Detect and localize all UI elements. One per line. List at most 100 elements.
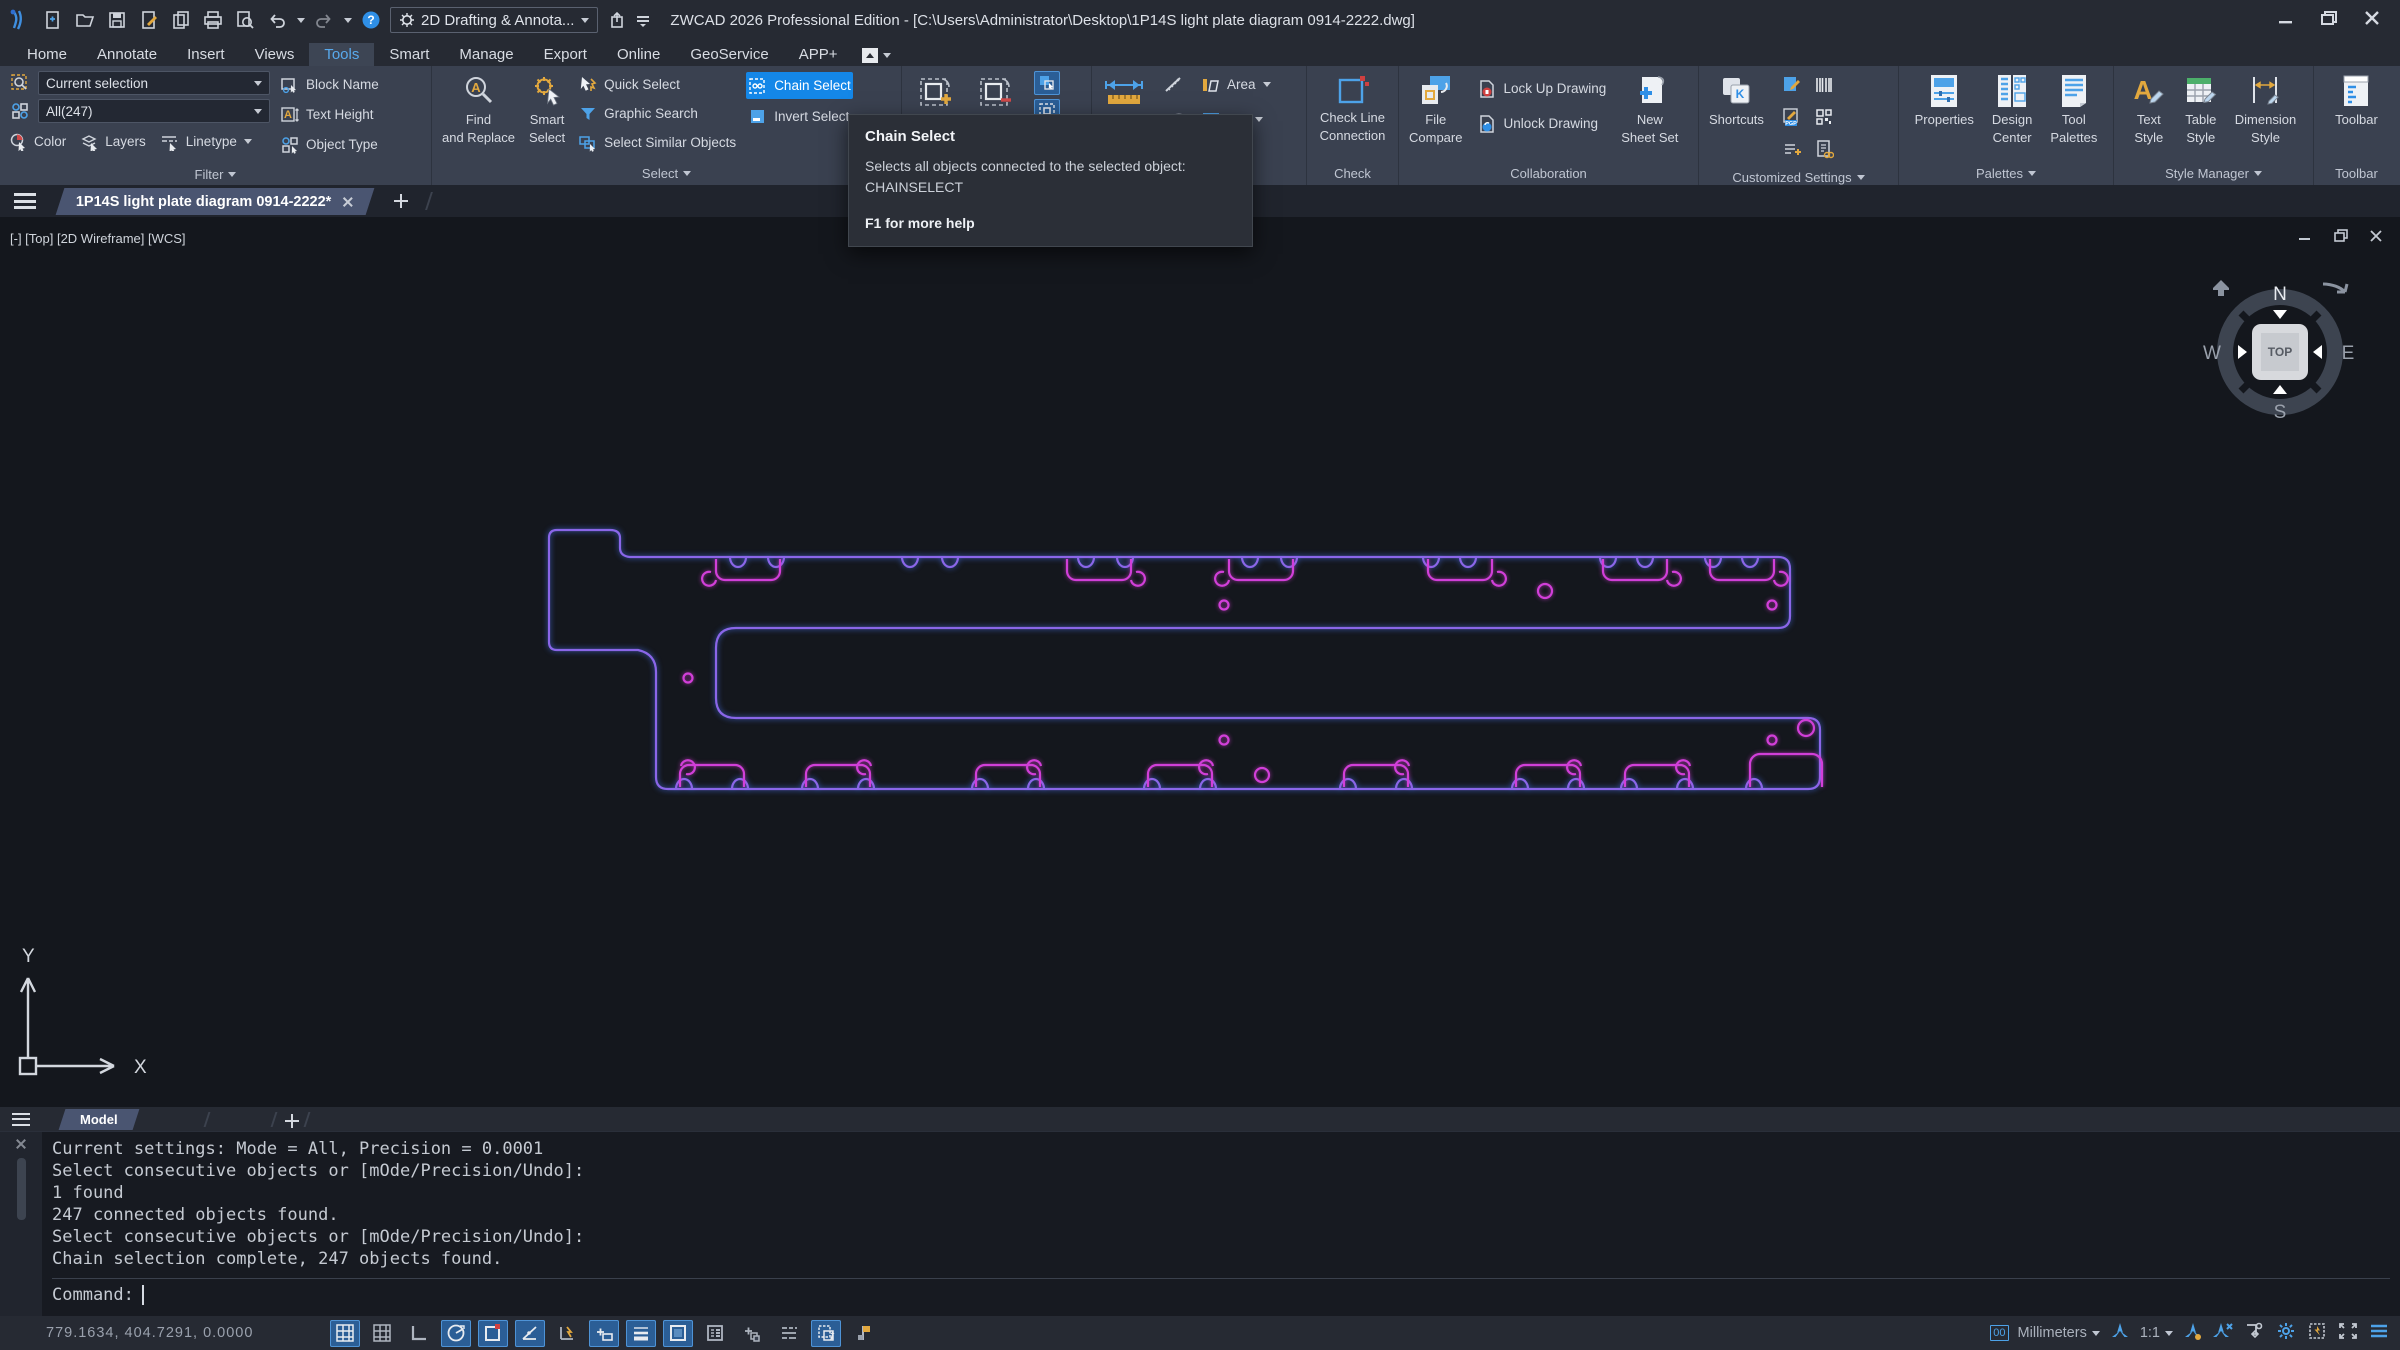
qr-code-icon[interactable]: [1811, 105, 1837, 129]
publish-icon[interactable]: [604, 8, 630, 32]
properties-button[interactable]: Properties: [1912, 71, 1977, 147]
menu-tools[interactable]: Tools: [309, 43, 374, 66]
toolbar-button[interactable]: Toolbar: [2332, 71, 2381, 147]
save-as-icon[interactable]: [136, 8, 162, 32]
polar-tracking-toggle[interactable]: [441, 1320, 471, 1347]
viewcube-top-face[interactable]: TOP: [2252, 324, 2308, 380]
panel-collaboration-label[interactable]: Collaboration: [1399, 162, 1698, 185]
alias-edit-icon[interactable]: [1779, 73, 1805, 97]
dimension-style-button[interactable]: Dimension Style: [2232, 71, 2299, 147]
hardware-acceleration-icon[interactable]: [2306, 1321, 2328, 1345]
open-file-icon[interactable]: [72, 8, 98, 32]
command-close-icon[interactable]: [15, 1138, 27, 1150]
filter-linetype-button[interactable]: Linetype: [158, 128, 254, 155]
menu-home[interactable]: Home: [12, 43, 82, 66]
model-tab[interactable]: Model: [59, 1109, 139, 1130]
lineweight-toggle[interactable]: [626, 1320, 656, 1347]
filter-block-name-button[interactable]: Block Name: [278, 71, 381, 98]
settings-gear-icon[interactable]: [2275, 1321, 2297, 1345]
redo-icon[interactable]: [311, 8, 337, 32]
auto-annotation-icon[interactable]: [2213, 1321, 2235, 1345]
viewcube-arrow-north[interactable]: [2273, 310, 2287, 319]
view-cube[interactable]: N S W E TOP: [2195, 262, 2365, 432]
command-scrollbar[interactable]: [17, 1158, 26, 1220]
viewcube-arrow-east[interactable]: [2313, 345, 2322, 359]
ortho-mode-toggle[interactable]: [404, 1320, 434, 1347]
measure-slant-icon[interactable]: [1161, 73, 1187, 97]
close-button[interactable]: [2364, 10, 2380, 31]
selection-filter-icon[interactable]: [2244, 1321, 2266, 1345]
annotation-scale-selector[interactable]: 1:1: [2140, 1325, 2173, 1341]
measure-distance-button[interactable]: [1099, 71, 1149, 115]
chain-select-button[interactable]: Chain Select: [746, 72, 853, 99]
workspace-selector[interactable]: 2D Drafting & Annota...: [390, 7, 598, 33]
viewcube-arrow-south[interactable]: [2273, 385, 2287, 394]
shortcuts-button[interactable]: K Shortcuts: [1706, 71, 1767, 129]
panel-style-manager-label[interactable]: Style Manager: [2114, 162, 2313, 185]
ribbon-display-icon[interactable]: [630, 8, 656, 32]
filter-selection-combo[interactable]: Current selection: [38, 71, 270, 95]
new-sheet-set-button[interactable]: New Sheet Set: [1618, 71, 1681, 147]
panel-palettes-label[interactable]: Palettes: [1899, 162, 2113, 185]
object-snap-angle-toggle[interactable]: [515, 1320, 545, 1347]
pgp-edit-icon[interactable]: PGP: [1779, 105, 1805, 129]
precision-indicator[interactable]: 00: [1990, 1325, 2008, 1341]
menu-appplus[interactable]: APP+: [784, 43, 853, 66]
quick-select-button[interactable]: Quick Select: [576, 71, 738, 98]
design-center-button[interactable]: Design Center: [1989, 71, 2035, 147]
command-window[interactable]: Current settings: Mode = All, Precision …: [0, 1131, 2400, 1316]
add-to-selection-button[interactable]: [914, 71, 960, 115]
doc-link-icon[interactable]: [1811, 137, 1837, 161]
panel-filter-label[interactable]: Filter: [0, 163, 431, 185]
layout-menu-icon[interactable]: [12, 1113, 30, 1126]
lock-up-drawing-button[interactable]: Lock Up Drawing: [1475, 75, 1608, 102]
barcode-icon[interactable]: [1811, 73, 1837, 97]
dynamic-input-toggle[interactable]: [589, 1320, 619, 1347]
panel-select-label[interactable]: Select: [432, 162, 901, 185]
annotation-scale-icon[interactable]: [2109, 1321, 2131, 1345]
ribbon-collapse-control[interactable]: [862, 48, 891, 66]
object-snap-toggle[interactable]: [478, 1320, 508, 1347]
filter-text-height-button[interactable]: A Text Height: [278, 101, 381, 128]
filter-color-button[interactable]: Color: [7, 128, 68, 155]
command-history[interactable]: Current settings: Mode = All, Precision …: [42, 1132, 2400, 1316]
select-touching-button[interactable]: [1034, 71, 1060, 95]
menu-manage[interactable]: Manage: [444, 43, 528, 66]
quick-properties-toggle[interactable]: [737, 1320, 767, 1347]
fullscreen-icon[interactable]: [2337, 1321, 2359, 1345]
filter-scope-combo[interactable]: All(247): [38, 99, 270, 123]
document-tab-active[interactable]: 1P14S light plate diagram 0914-2222*: [56, 188, 374, 215]
cad-drawing[interactable]: [0, 217, 2400, 1107]
remove-from-selection-button[interactable]: [974, 71, 1020, 115]
viewcube-home-icon[interactable]: [2213, 280, 2229, 296]
save-icon[interactable]: [104, 8, 130, 32]
menu-insert[interactable]: Insert: [172, 43, 240, 66]
smart-select-button[interactable]: Smart Select: [526, 71, 568, 147]
new-layout-button[interactable]: [285, 1114, 296, 1125]
undo-icon[interactable]: [264, 8, 290, 32]
grid-display-toggle[interactable]: [330, 1320, 360, 1347]
selection-search-icon[interactable]: [7, 71, 33, 95]
table-style-button[interactable]: Table Style: [2180, 71, 2222, 147]
menu-export[interactable]: Export: [529, 43, 602, 66]
selection-cycling-toggle[interactable]: [811, 1320, 841, 1347]
menu-online[interactable]: Online: [602, 43, 675, 66]
minimize-button[interactable]: [2278, 10, 2294, 31]
print-icon[interactable]: [200, 8, 226, 32]
area-button[interactable]: Area: [1199, 71, 1273, 98]
restore-button[interactable]: [2320, 10, 2338, 31]
viewcube-arrow-west[interactable]: [2238, 345, 2247, 359]
drawing-viewport[interactable]: [-] [Top] [2D Wireframe] [WCS]: [0, 217, 2400, 1107]
properties-panel-toggle[interactable]: [700, 1320, 730, 1347]
transparency-toggle[interactable]: [663, 1320, 693, 1347]
menu-geoservice[interactable]: GeoService: [675, 43, 783, 66]
linetype-display-toggle[interactable]: [774, 1320, 804, 1347]
object-snap-tracking-toggle[interactable]: [552, 1320, 582, 1347]
list-add-icon[interactable]: [1779, 137, 1805, 161]
menu-smart[interactable]: Smart: [374, 43, 444, 66]
tab-close-icon[interactable]: [342, 195, 354, 207]
help-icon[interactable]: ?: [358, 8, 384, 32]
viewcube-west[interactable]: W: [2203, 343, 2221, 364]
filter-object-type-button[interactable]: Object Type: [278, 131, 381, 158]
tool-palettes-button[interactable]: Tool Palettes: [2047, 71, 2100, 147]
